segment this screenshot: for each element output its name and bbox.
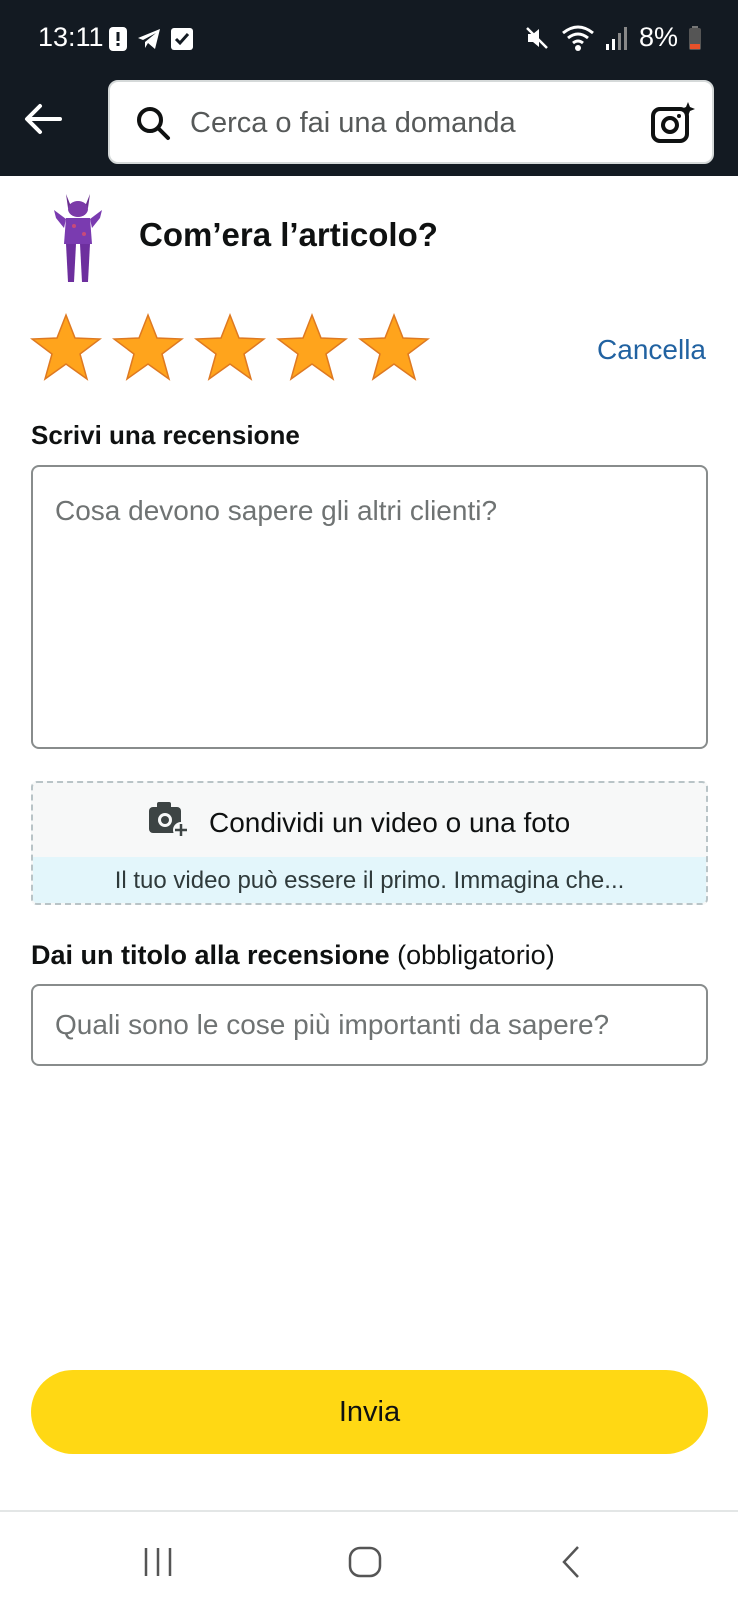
battery-percent: 8% [638,22,678,52]
search-icon [137,107,170,140]
home-icon[interactable] [346,1542,386,1582]
status-system-icons: 8% [525,22,702,53]
camera-search-icon[interactable] [650,100,696,146]
star-5[interactable] [358,312,430,384]
status-notification-icons [108,26,194,52]
product-thumbnail [54,194,102,282]
back-arrow-icon[interactable] [20,96,66,142]
back-icon[interactable] [552,1542,592,1582]
checkbox-icon [171,28,193,50]
alert-icon [109,27,127,51]
write-review-label: Scrivi una recensione [31,420,300,450]
battery-icon [689,25,701,50]
review-title-label: Dai un titolo alla recensione (obbligato… [31,940,555,971]
share-media-button[interactable]: Condividi un video o una foto [33,783,706,857]
review-heading: Com’era l’articolo? [139,216,438,253]
search-input[interactable] [190,102,620,144]
status-time: 13:11 [38,22,104,52]
mute-icon [526,26,548,49]
star-3[interactable] [194,312,266,384]
app-header: 13:11 8% [0,0,738,176]
wifi-icon [562,25,594,51]
review-title-required: (obbligatorio) [397,940,555,970]
star-rating[interactable] [30,312,430,384]
star-2[interactable] [112,312,184,384]
signal-icon [605,26,627,50]
add-photo-camera-icon [149,802,189,838]
share-media-label: Condividi un video o una foto [209,807,571,838]
submit-button[interactable]: Invia [31,1370,708,1454]
star-1[interactable] [30,312,102,384]
search-bar[interactable] [108,80,714,164]
share-media-box[interactable]: Condividi un video o una foto Il tuo vid… [31,781,708,905]
system-nav-bar [0,1510,738,1600]
telegram-icon [138,29,160,49]
recent-apps-icon[interactable] [138,1542,178,1582]
star-4[interactable] [276,312,348,384]
review-textarea[interactable] [31,465,708,749]
clear-rating-link[interactable]: Cancella [597,334,706,366]
share-media-hint: Il tuo video può essere il primo. Immagi… [33,857,706,903]
review-title-label-text: Dai un titolo alla recensione [31,940,390,970]
status-bar: 13:11 8% [0,0,738,76]
review-title-input[interactable] [31,984,708,1066]
